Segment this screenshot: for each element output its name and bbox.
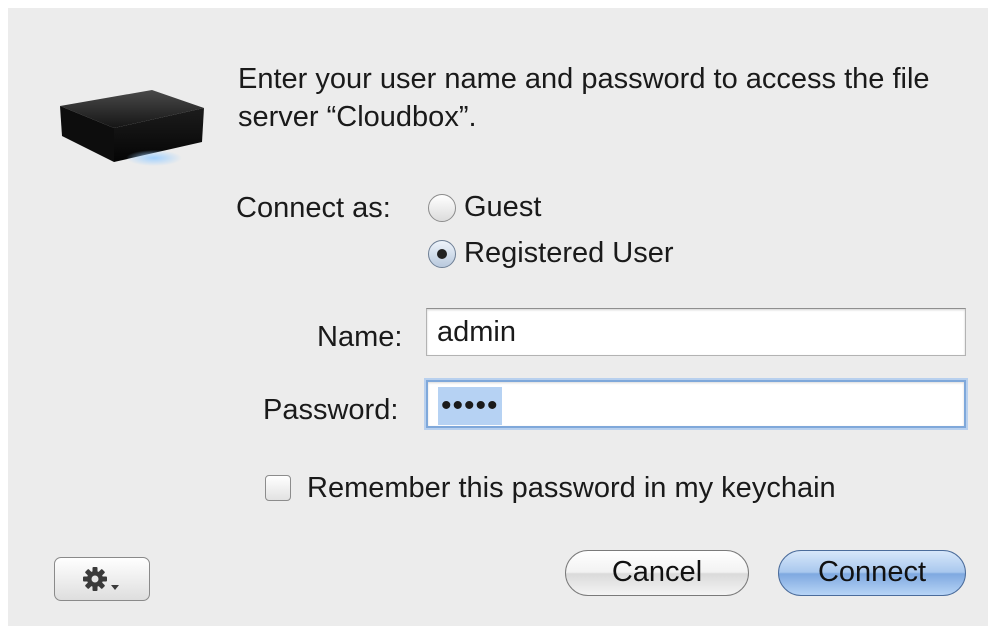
dialog-message: Enter your user name and password to acc… xyxy=(238,63,930,133)
password-field[interactable]: ••••• xyxy=(426,380,966,428)
connect-button[interactable]: Connect xyxy=(778,550,966,596)
login-dialog: Enter your user name and password to acc… xyxy=(8,8,988,626)
connect-as-label: Connect as: xyxy=(236,192,391,224)
network-storage-box-icon xyxy=(56,84,206,181)
name-field[interactable]: admin xyxy=(426,308,966,356)
name-label: Name: xyxy=(317,321,403,353)
guest-radio[interactable] xyxy=(428,194,456,222)
password-selection: ••••• xyxy=(438,387,502,426)
guest-radio-label[interactable]: Guest xyxy=(464,190,541,224)
action-menu-button[interactable] xyxy=(54,557,150,601)
cancel-button[interactable]: Cancel xyxy=(565,550,749,596)
registered-user-radio[interactable] xyxy=(428,240,456,268)
radio-selected-dot xyxy=(437,249,447,259)
registered-user-radio-label[interactable]: Registered User xyxy=(464,236,674,270)
remember-password-label[interactable]: Remember this password in my keychain xyxy=(307,471,836,505)
password-label: Password: xyxy=(263,394,399,426)
gear-icon xyxy=(83,567,119,591)
remember-password-checkbox[interactable] xyxy=(265,475,291,501)
